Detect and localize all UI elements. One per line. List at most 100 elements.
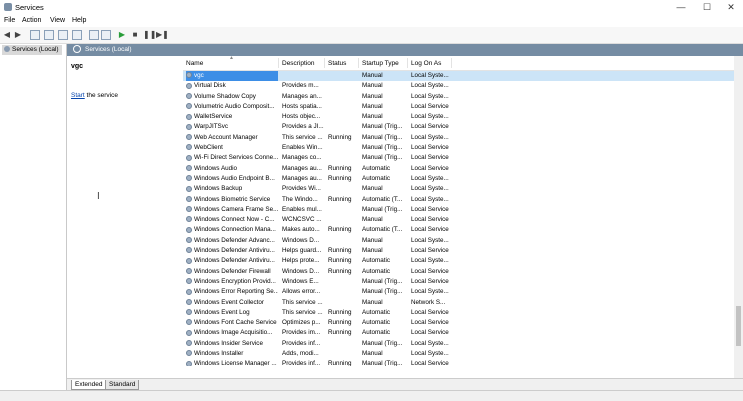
column-divider[interactable] bbox=[407, 58, 408, 68]
service-row[interactable]: vgc Manual Local Syste... bbox=[183, 71, 741, 82]
service-status-cell: Running bbox=[328, 133, 352, 141]
gear-icon bbox=[186, 103, 192, 110]
service-name-cell: WebClient bbox=[186, 143, 278, 153]
service-row[interactable]: Windows Encryption Provid... Windows E...… bbox=[183, 277, 741, 287]
service-logon-cell: Local Service bbox=[411, 123, 449, 131]
toolbar: ◀ ▶ ▶ ■ ❚❚ ▶❚ bbox=[0, 27, 743, 44]
service-name-cell: vgc bbox=[186, 71, 278, 82]
service-row[interactable]: Virtual Disk Provides m... Manual Local Sys… bbox=[183, 81, 741, 91]
gear-icon bbox=[186, 309, 192, 316]
column-header-description[interactable]: Description bbox=[282, 60, 315, 67]
close-button[interactable]: ✕ bbox=[718, 0, 743, 14]
forward-arrow-icon[interactable]: ▶ bbox=[13, 30, 23, 40]
properties-icon[interactable] bbox=[44, 30, 54, 40]
service-row[interactable]: Windows Installer Adds, modi... Manual Loca… bbox=[183, 349, 741, 359]
services-pane: Services (Local) vgc Start the service I… bbox=[67, 44, 743, 391]
service-row[interactable]: Windows Connect Now - C... WCNCSVC ... Man… bbox=[183, 215, 741, 225]
column-header-name[interactable]: Name bbox=[186, 60, 203, 67]
service-details-panel: vgc Start the service I bbox=[67, 56, 177, 378]
back-arrow-icon[interactable]: ◀ bbox=[2, 30, 12, 40]
start-service-icon[interactable]: ▶ bbox=[117, 30, 127, 40]
service-row[interactable]: Windows Defender Antiviru... Helps prote.… bbox=[183, 256, 741, 266]
service-name-cell: Windows Defender Firewall bbox=[186, 267, 278, 277]
service-row[interactable]: Windows Image Acquisitio... Provides im..… bbox=[183, 328, 741, 338]
service-row[interactable]: Windows Backup Provides Wi... Manual Local … bbox=[183, 184, 741, 194]
start-service-link[interactable]: Start bbox=[71, 92, 85, 99]
service-row[interactable]: Windows Event Log This service ... Running… bbox=[183, 308, 741, 318]
menu-view[interactable]: View bbox=[50, 17, 65, 24]
tab-standard[interactable]: Standard bbox=[105, 380, 140, 390]
show-tree-icon[interactable] bbox=[30, 30, 40, 40]
scrollbar-thumb[interactable] bbox=[736, 306, 741, 346]
service-name-cell: Windows Biometric Service bbox=[186, 195, 278, 205]
service-row[interactable]: Windows License Manager ... Provides inf.… bbox=[183, 359, 741, 366]
service-name: Windows Font Cache Service bbox=[194, 319, 277, 327]
column-divider[interactable] bbox=[451, 58, 452, 68]
menu-file[interactable]: File bbox=[4, 17, 15, 24]
column-header-startup-type[interactable]: Startup Type bbox=[362, 60, 399, 67]
gear-icon bbox=[186, 247, 192, 254]
maximize-button[interactable]: ☐ bbox=[694, 0, 720, 14]
service-startup-cell: Manual (Trig... bbox=[362, 144, 403, 152]
service-logon-cell: Local Service bbox=[411, 226, 449, 234]
service-name-cell: Volumetric Audio Composit... bbox=[186, 102, 278, 112]
service-row[interactable]: Volumetric Audio Composit... Hosts spatia… bbox=[183, 102, 741, 112]
column-divider[interactable] bbox=[278, 58, 279, 68]
service-row[interactable]: Web Account Manager This service ... Runni… bbox=[183, 133, 741, 143]
service-startup-cell: Automatic bbox=[362, 308, 390, 316]
service-startup-cell: Manual (Trig... bbox=[362, 339, 403, 347]
service-name: Windows Defender Antiviru... bbox=[194, 257, 275, 265]
service-row[interactable]: WarpJITSvc Provides a JI... Manual (Trig..… bbox=[183, 122, 741, 132]
help-icon[interactable] bbox=[89, 30, 99, 40]
service-row[interactable]: Windows Defender Antiviru... Helps guard.… bbox=[183, 246, 741, 256]
gear-icon bbox=[186, 237, 192, 244]
tab-extended[interactable]: Extended bbox=[71, 380, 107, 390]
service-description-cell: Hosts objec... bbox=[282, 113, 321, 121]
gear-icon bbox=[186, 113, 192, 120]
service-row[interactable]: WebClient Enables Win... Manual (Trig... Lo… bbox=[183, 143, 741, 153]
refresh-icon[interactable] bbox=[58, 30, 68, 40]
menu-help[interactable]: Help bbox=[72, 17, 86, 24]
service-name: Windows Error Reporting Se... bbox=[194, 288, 278, 296]
minimize-button[interactable]: — bbox=[668, 0, 694, 14]
column-divider[interactable] bbox=[324, 58, 325, 68]
service-row[interactable]: Windows Connection Mana... Makes auto... R… bbox=[183, 225, 741, 235]
restart-service-icon[interactable]: ▶❚ bbox=[156, 30, 169, 40]
gear-icon bbox=[186, 216, 192, 223]
gear-icon bbox=[186, 350, 192, 357]
service-row[interactable]: Windows Audio Manages au... Running Automat… bbox=[183, 164, 741, 174]
service-row[interactable]: WalletService Hosts objec... Manual Local S… bbox=[183, 112, 741, 122]
vertical-scrollbar[interactable] bbox=[734, 56, 743, 378]
service-row[interactable]: Windows Defender Advanc... Windows D... Ma… bbox=[183, 236, 741, 246]
service-row[interactable]: Windows Biometric Service The Windo... Run… bbox=[183, 195, 741, 205]
service-row[interactable]: Windows Audio Endpoint B... Manages au...… bbox=[183, 174, 741, 184]
service-row[interactable]: Windows Camera Frame Se... Enables mul...… bbox=[183, 205, 741, 215]
service-row[interactable]: Volume Shadow Copy Manages an... Manual Loc… bbox=[183, 92, 741, 102]
service-startup-cell: Manual bbox=[362, 72, 383, 79]
service-row[interactable]: Windows Font Cache Service Optimizes p...… bbox=[183, 318, 741, 328]
list-header: Name ▲ Description Status Startup Type L… bbox=[183, 56, 741, 71]
gear-icon bbox=[186, 195, 192, 202]
column-header-status[interactable]: Status bbox=[328, 60, 346, 67]
service-description-cell: Enables Win... bbox=[282, 144, 323, 152]
gear-icon bbox=[186, 82, 192, 89]
service-row[interactable]: Windows Event Collector This service ... M… bbox=[183, 298, 741, 308]
service-status-cell: Running bbox=[328, 174, 352, 182]
column-divider[interactable] bbox=[358, 58, 359, 68]
service-name: Windows Encryption Provid... bbox=[194, 277, 276, 285]
service-row[interactable]: Windows Error Reporting Se... Allows erro… bbox=[183, 287, 741, 297]
export-list-icon[interactable] bbox=[72, 30, 82, 40]
service-row[interactable]: Wi-Fi Direct Services Conne... Manages co… bbox=[183, 153, 741, 163]
tree-item-services-local[interactable]: Services (Local) bbox=[2, 45, 62, 55]
service-name: Windows Connect Now - C... bbox=[194, 216, 275, 224]
service-row[interactable]: Windows Defender Firewall Windows D... Run… bbox=[183, 267, 741, 277]
service-logon-cell: Network S... bbox=[411, 298, 446, 306]
gear-icon bbox=[186, 92, 192, 99]
show-hide-action-pane-icon[interactable] bbox=[101, 30, 111, 40]
menu-action[interactable]: Action bbox=[22, 17, 41, 24]
stop-service-icon[interactable]: ■ bbox=[130, 30, 140, 40]
text-cursor-icon: I bbox=[97, 191, 100, 202]
column-header-log-on-as[interactable]: Log On As bbox=[411, 60, 441, 67]
service-row[interactable]: Windows Insider Service Provides inf... Ma… bbox=[183, 339, 741, 349]
pause-service-icon[interactable]: ❚❚ bbox=[143, 30, 156, 40]
